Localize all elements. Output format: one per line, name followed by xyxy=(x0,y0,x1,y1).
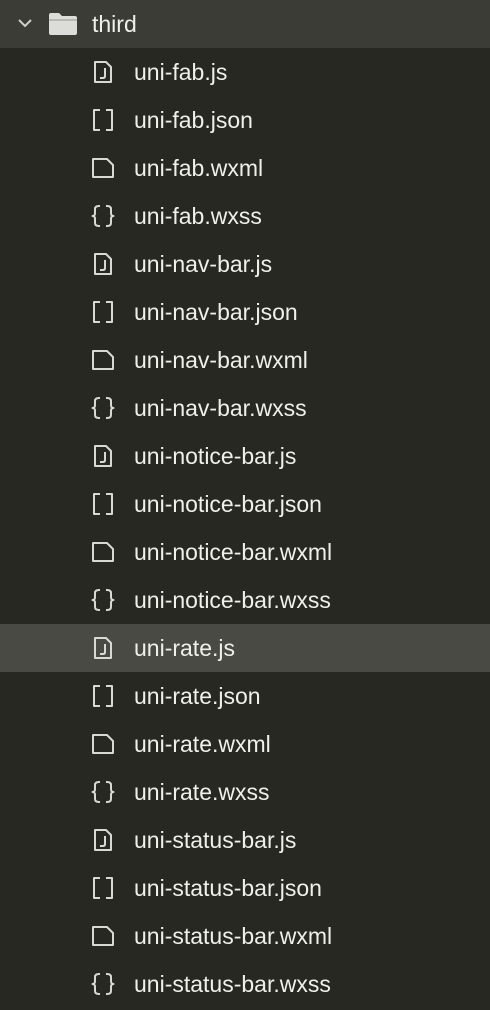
file-item[interactable]: uni-notice-bar.wxss xyxy=(0,576,490,624)
js-file-icon xyxy=(91,252,115,276)
file-label: uni-fab.json xyxy=(134,107,253,133)
file-label: uni-rate.js xyxy=(134,635,235,661)
file-label: uni-status-bar.wxss xyxy=(134,971,331,997)
css-file-icon xyxy=(91,780,115,804)
file-item[interactable]: uni-nav-bar.json xyxy=(0,288,490,336)
file-label: uni-nav-bar.wxml xyxy=(134,347,308,373)
file-label: uni-notice-bar.json xyxy=(134,491,322,517)
document-file-icon xyxy=(91,348,115,372)
json-file-icon xyxy=(91,492,115,516)
file-item[interactable]: uni-nav-bar.wxss xyxy=(0,384,490,432)
file-item[interactable]: uni-status-bar.js xyxy=(0,816,490,864)
file-item[interactable]: uni-nav-bar.wxml xyxy=(0,336,490,384)
file-label: uni-rate.wxml xyxy=(134,731,271,757)
file-item[interactable]: uni-fab.wxss xyxy=(0,192,490,240)
json-file-icon xyxy=(91,300,115,324)
js-file-icon xyxy=(91,636,115,660)
js-file-icon xyxy=(91,444,115,468)
file-list: uni-fab.js uni-fab.json uni-fab.wxml uni-fa… xyxy=(0,48,490,1008)
file-label: uni-fab.js xyxy=(134,59,228,85)
file-item[interactable]: uni-nav-bar.js xyxy=(0,240,490,288)
file-label: uni-nav-bar.json xyxy=(134,299,298,325)
file-item[interactable]: uni-fab.wxml xyxy=(0,144,490,192)
file-item[interactable]: uni-notice-bar.json xyxy=(0,480,490,528)
file-item[interactable]: uni-rate.wxss xyxy=(0,768,490,816)
css-file-icon xyxy=(91,204,115,228)
file-label: uni-nav-bar.js xyxy=(134,251,273,277)
js-file-icon xyxy=(91,828,115,852)
folder-label: third xyxy=(92,11,137,37)
file-label: uni-notice-bar.wxss xyxy=(134,587,331,613)
file-label: uni-rate.wxss xyxy=(134,779,270,805)
document-file-icon xyxy=(91,732,115,756)
json-file-icon xyxy=(91,108,115,132)
file-label: uni-status-bar.js xyxy=(134,827,297,853)
file-label: uni-nav-bar.wxss xyxy=(134,395,307,421)
file-item[interactable]: uni-fab.json xyxy=(0,96,490,144)
file-item[interactable]: uni-status-bar.wxss xyxy=(0,960,490,1008)
file-label: uni-fab.wxss xyxy=(134,203,262,229)
file-label: uni-notice-bar.js xyxy=(134,443,297,469)
file-item[interactable]: uni-status-bar.json xyxy=(0,864,490,912)
folder-row-third[interactable]: third xyxy=(0,0,490,48)
file-item[interactable]: uni-rate.wxml xyxy=(0,720,490,768)
folder-icon xyxy=(48,12,78,36)
document-file-icon xyxy=(91,924,115,948)
chevron-down-icon[interactable] xyxy=(17,15,33,31)
document-file-icon xyxy=(91,156,115,180)
file-label: uni-fab.wxml xyxy=(134,155,264,181)
css-file-icon xyxy=(91,396,115,420)
file-label: uni-status-bar.wxml xyxy=(134,923,333,949)
file-label: uni-rate.json xyxy=(134,683,261,709)
file-item[interactable]: uni-rate.js xyxy=(0,624,490,672)
js-file-icon xyxy=(91,60,115,84)
file-label: uni-status-bar.json xyxy=(134,875,322,901)
json-file-icon xyxy=(91,684,115,708)
file-item[interactable]: uni-notice-bar.wxml xyxy=(0,528,490,576)
css-file-icon xyxy=(91,972,115,996)
css-file-icon xyxy=(91,588,115,612)
file-item[interactable]: uni-rate.json xyxy=(0,672,490,720)
document-file-icon xyxy=(91,540,115,564)
file-item[interactable]: uni-fab.js xyxy=(0,48,490,96)
file-tree: third uni-fab.js uni-fab.json uni-fab.wxml… xyxy=(0,0,490,1010)
file-item[interactable]: uni-notice-bar.js xyxy=(0,432,490,480)
file-label: uni-notice-bar.wxml xyxy=(134,539,333,565)
file-item[interactable]: uni-status-bar.wxml xyxy=(0,912,490,960)
json-file-icon xyxy=(91,876,115,900)
